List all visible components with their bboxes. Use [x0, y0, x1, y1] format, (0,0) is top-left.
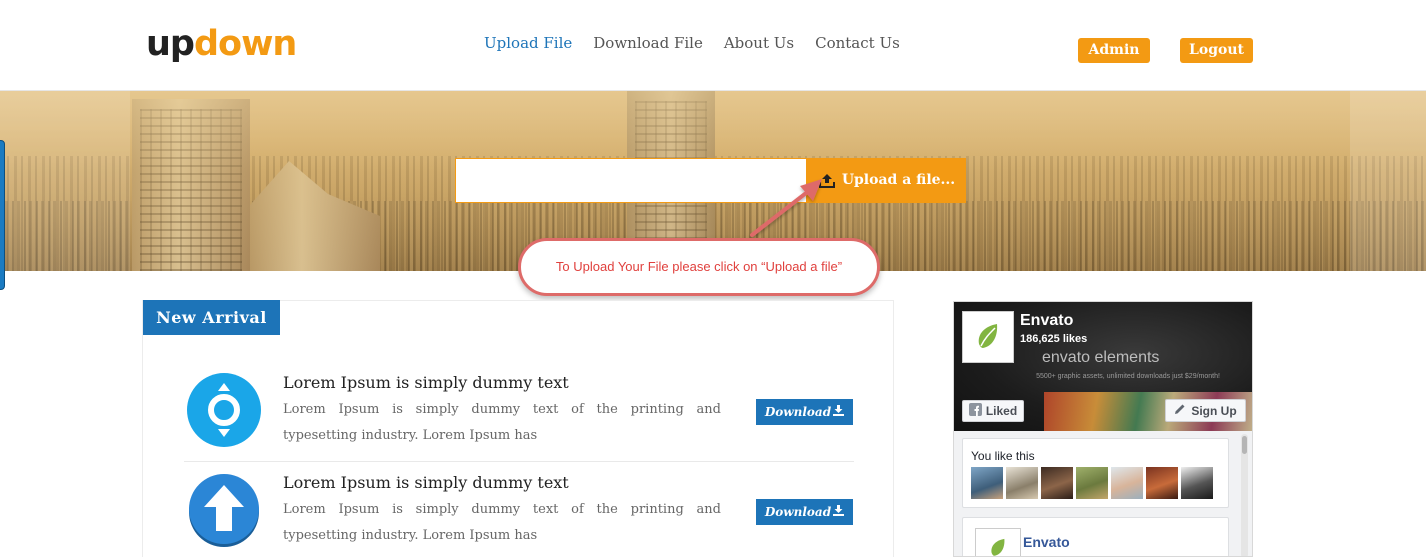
envato-logo-icon[interactable]: [962, 311, 1014, 363]
facebook-page-name[interactable]: Envato: [1020, 312, 1073, 330]
side-feedback-tab[interactable]: [0, 140, 5, 290]
facebook-friends-card: You like this: [962, 438, 1229, 508]
avatar[interactable]: [1076, 467, 1108, 499]
logo-down-text: down: [193, 24, 297, 64]
admin-button[interactable]: Admin: [1078, 38, 1150, 63]
nav-about-us[interactable]: About Us: [724, 33, 794, 53]
avatar[interactable]: [1111, 467, 1143, 499]
callout-arrow-icon: [750, 179, 822, 237]
facebook-signup-button[interactable]: Sign Up: [1165, 399, 1246, 422]
list-item: Lorem Ipsum is simply dummy text Lorem I…: [184, 370, 854, 462]
item-description: Lorem Ipsum is simply dummy text of the …: [283, 402, 721, 443]
avatar[interactable]: [1041, 467, 1073, 499]
item-description: Lorem Ipsum is simply dummy text of the …: [283, 502, 721, 543]
avatar[interactable]: [1146, 467, 1178, 499]
logout-button[interactable]: Logout: [1180, 38, 1253, 63]
target-circle-icon: [186, 372, 262, 448]
download-icon: [833, 499, 845, 525]
avatar[interactable]: [971, 467, 1003, 499]
item-title[interactable]: Lorem Ipsum is simply dummy text: [283, 472, 569, 494]
download-button-label: Download: [764, 505, 832, 519]
avatar[interactable]: [1181, 467, 1213, 499]
facebook-post-card: Envato: [962, 517, 1229, 556]
download-button-label: Download: [764, 405, 832, 419]
pencil-icon: [1174, 403, 1186, 418]
new-arrival-title: New Arrival: [143, 300, 280, 335]
upload-a-file-button[interactable]: Upload a file...: [807, 158, 966, 203]
site-header: updown Upload File Download File About U…: [0, 0, 1426, 91]
you-like-this-text: You like this: [971, 449, 1035, 463]
upload-button-label: Upload a file...: [841, 172, 956, 188]
friend-avatars: [971, 467, 1213, 499]
envato-logo-icon[interactable]: [975, 528, 1021, 556]
download-button[interactable]: Download: [756, 499, 853, 525]
facebook-signup-label: Sign Up: [1191, 403, 1237, 418]
item-title[interactable]: Lorem Ipsum is simply dummy text: [283, 372, 569, 394]
download-button[interactable]: Download: [756, 399, 853, 425]
avatar[interactable]: [1006, 467, 1038, 499]
facebook-post-author[interactable]: Envato: [1023, 534, 1070, 550]
logo[interactable]: updown: [146, 22, 297, 66]
facebook-liked-label: Liked: [985, 404, 1018, 418]
facebook-widget-scrollbar[interactable]: [1241, 434, 1248, 556]
upload-hint-callout: To Upload Your File please click on “Upl…: [518, 238, 880, 296]
up-arrow-circle-icon: [186, 472, 262, 548]
nav-upload-file[interactable]: Upload File: [484, 33, 572, 53]
list-item: Lorem Ipsum is simply dummy text Lorem I…: [184, 470, 854, 557]
facebook-liked-button[interactable]: Liked: [962, 400, 1024, 422]
facebook-cover-tagline: 5500+ graphic assets, unlimited download…: [1036, 373, 1220, 380]
facebook-page-widget: Envato 186,625 likes envato elements 550…: [953, 301, 1253, 557]
main-nav: Upload File Download File About Us Conta…: [484, 33, 921, 53]
nav-contact-us[interactable]: Contact Us: [815, 33, 900, 53]
envato-elements-brand: envato elements: [1042, 349, 1160, 366]
download-icon: [833, 399, 845, 425]
nav-download-file[interactable]: Download File: [593, 33, 703, 53]
facebook-likes-count: 186,625 likes: [1020, 333, 1088, 345]
facebook-f-icon: [968, 403, 982, 419]
logo-up-text: up: [146, 24, 195, 64]
